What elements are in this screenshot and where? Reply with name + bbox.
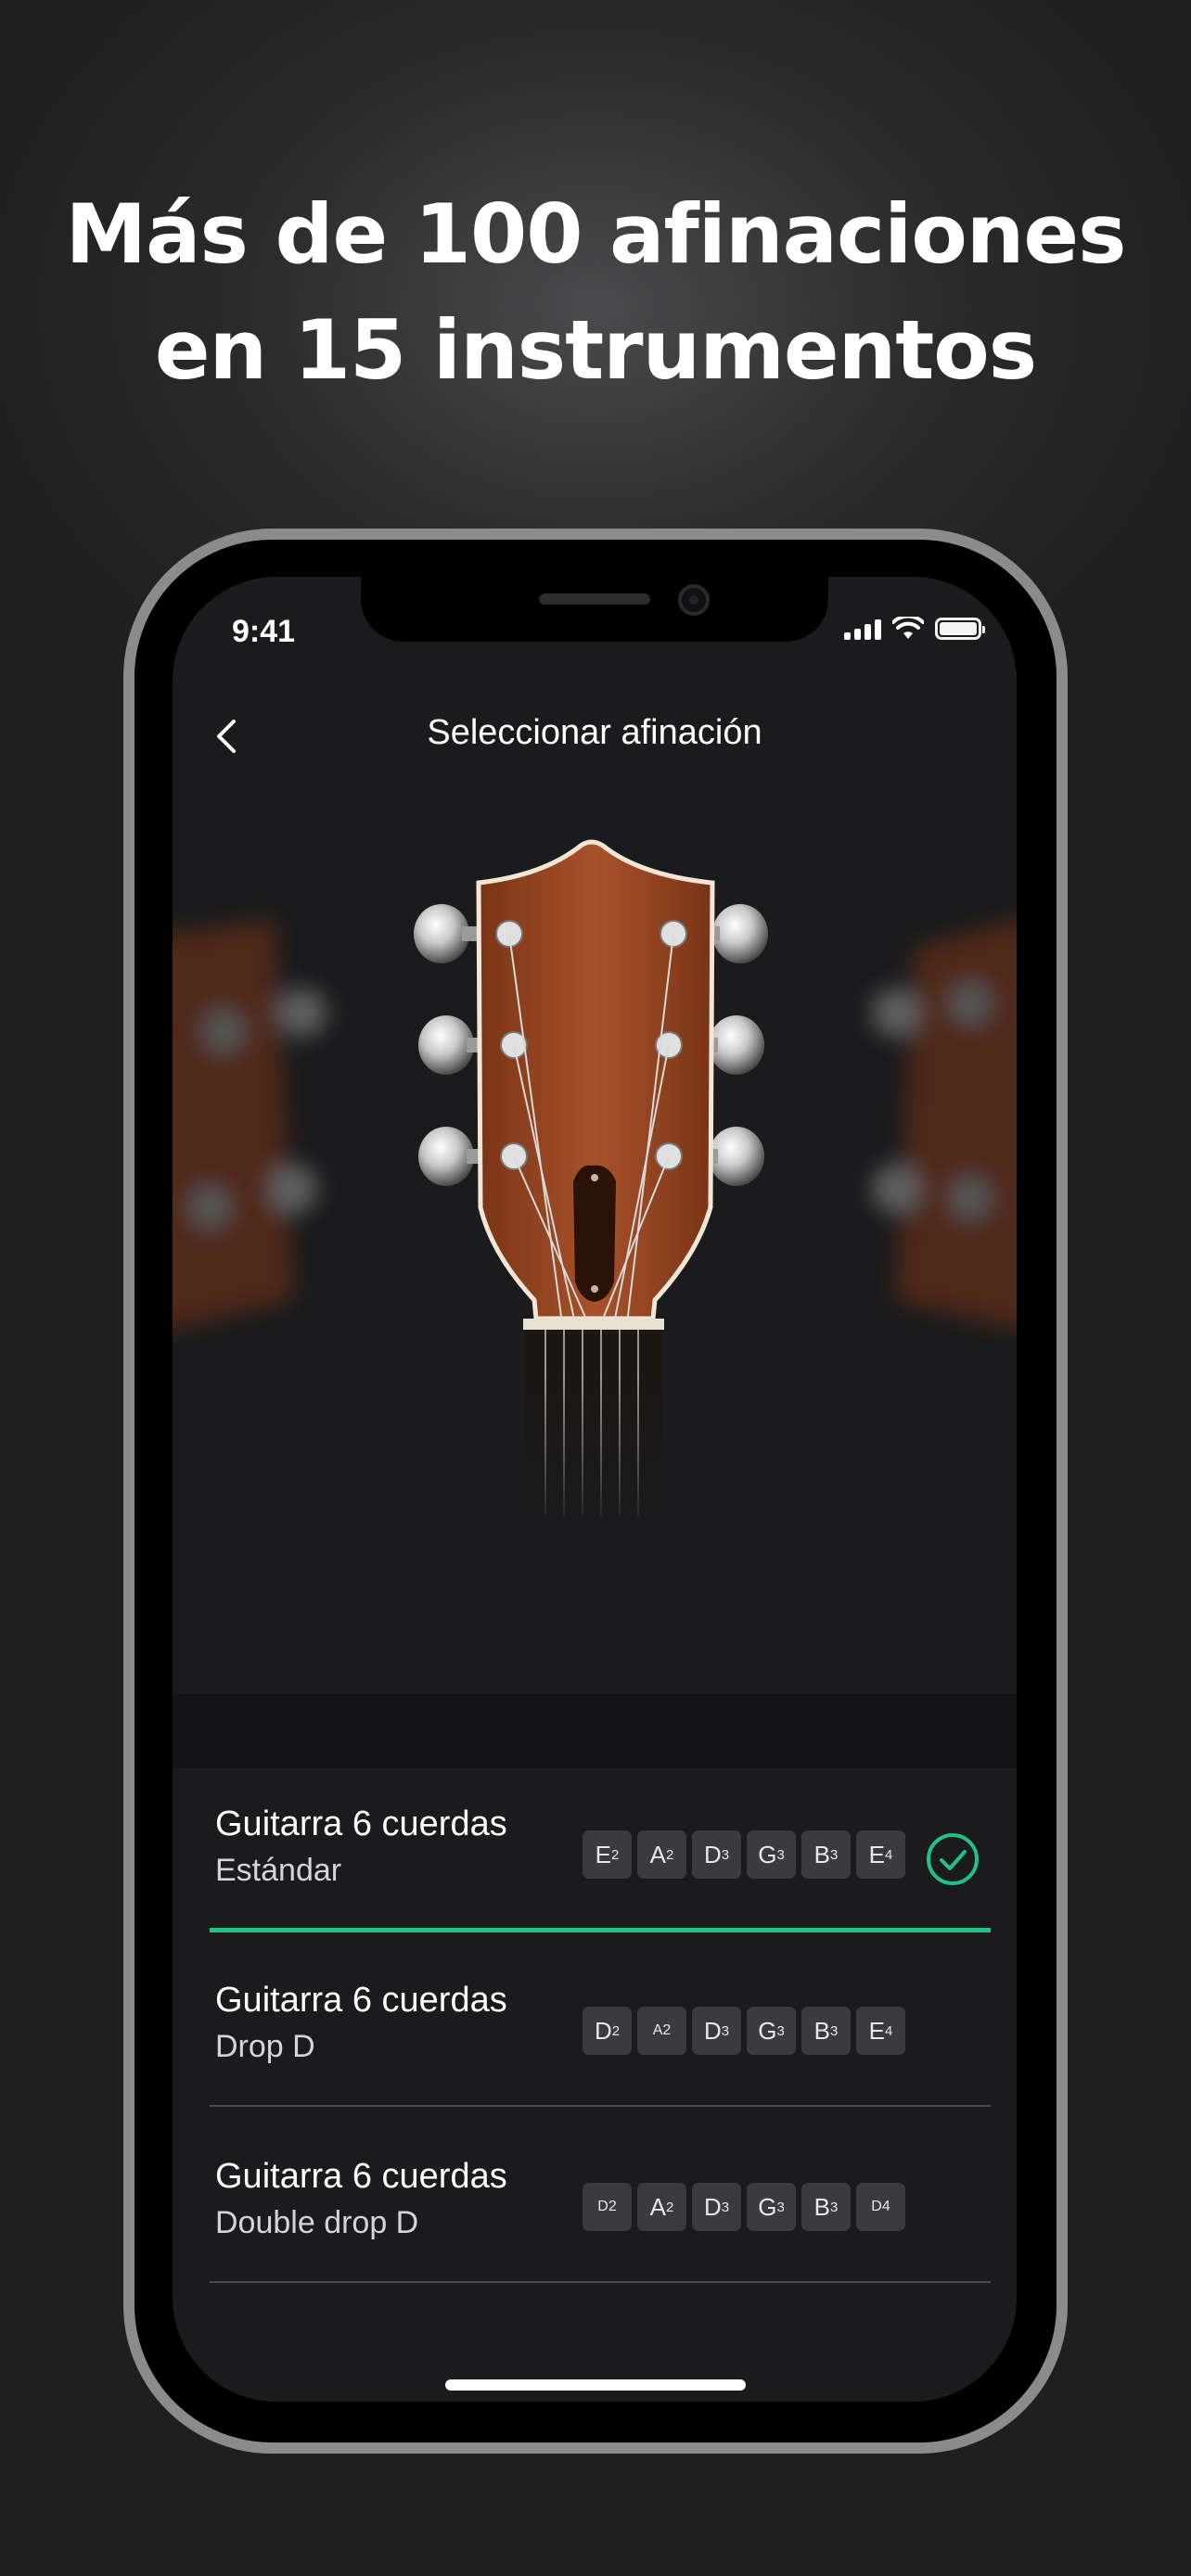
- tuning-title: Guitarra 6 cuerdas: [215, 2157, 507, 2196]
- headline-line-2: en 15 instrumentos: [154, 302, 1037, 398]
- note-chips: D2 A2 D3 G3 B3 E4: [583, 2007, 905, 2055]
- note-chip: D2: [583, 2007, 632, 2055]
- note-chip: B3: [801, 2183, 851, 2231]
- row-divider: [210, 2281, 991, 2283]
- note-chip: D3: [692, 2007, 741, 2055]
- phone-screen: 9:41 Seleccionar afinación Guitarra 6 cu…: [173, 577, 1017, 2402]
- note-chip: A2: [637, 2007, 686, 2055]
- tuning-list: Guitarra 6 cuerdas Estándar E2 A2 D3 G3 …: [173, 1754, 1017, 2283]
- tuning-title: Guitarra 6 cuerdas: [215, 1981, 507, 2020]
- check-circle-icon: [927, 1833, 979, 1885]
- note-chip: G3: [747, 1830, 796, 1879]
- tuning-subtitle: Drop D: [215, 2029, 315, 2064]
- tuning-subtitle: Double drop D: [215, 2205, 419, 2240]
- note-chip: G3: [747, 2183, 796, 2231]
- page-title: Seleccionar afinación: [427, 713, 762, 752]
- note-chip: A2: [637, 2183, 686, 2231]
- note-chip: E4: [856, 1830, 905, 1879]
- note-chip: E2: [583, 1830, 632, 1879]
- status-icons: [844, 612, 985, 645]
- notch: [361, 577, 828, 642]
- tuning-subtitle: Estándar: [215, 1853, 342, 1888]
- note-chips: D2 A2 D3 G3 B3 D4: [583, 2183, 905, 2231]
- note-chip: G3: [747, 2007, 796, 2055]
- speaker: [539, 593, 650, 605]
- camera-icon: [678, 584, 710, 616]
- status-time: 9:41: [232, 614, 296, 649]
- note-chip: D3: [692, 2183, 741, 2231]
- headline-line-1: Más de 100 afinaciones: [65, 186, 1127, 282]
- note-chip: B3: [801, 1830, 851, 1879]
- wifi-icon: [892, 617, 924, 639]
- battery-icon: [935, 618, 985, 640]
- note-chip: E4: [856, 2007, 905, 2055]
- tuning-row-standard[interactable]: Guitarra 6 cuerdas Estándar E2 A2 D3 G3 …: [173, 1754, 1017, 1932]
- note-chip: A2: [637, 1830, 686, 1879]
- signal-icon: [844, 618, 881, 640]
- tuning-row-double-drop-d[interactable]: Guitarra 6 cuerdas Double drop D D2 A2 D…: [173, 2107, 1017, 2283]
- tuning-row-drop-d[interactable]: Guitarra 6 cuerdas Drop D D2 A2 D3 G3 B3…: [173, 1931, 1017, 2107]
- headline: Más de 100 afinaciones en 15 instrumento…: [0, 176, 1191, 408]
- note-chips: E2 A2 D3 G3 B3 E4: [583, 1830, 905, 1879]
- tuning-title: Guitarra 6 cuerdas: [215, 1804, 507, 1843]
- note-chip: D2: [583, 2183, 632, 2231]
- home-indicator[interactable]: [445, 2379, 746, 2391]
- note-chip: D3: [692, 1830, 741, 1879]
- note-chip: D4: [856, 2183, 905, 2231]
- note-chip: B3: [801, 2007, 851, 2055]
- guitar-headstock-image: [173, 839, 1017, 1532]
